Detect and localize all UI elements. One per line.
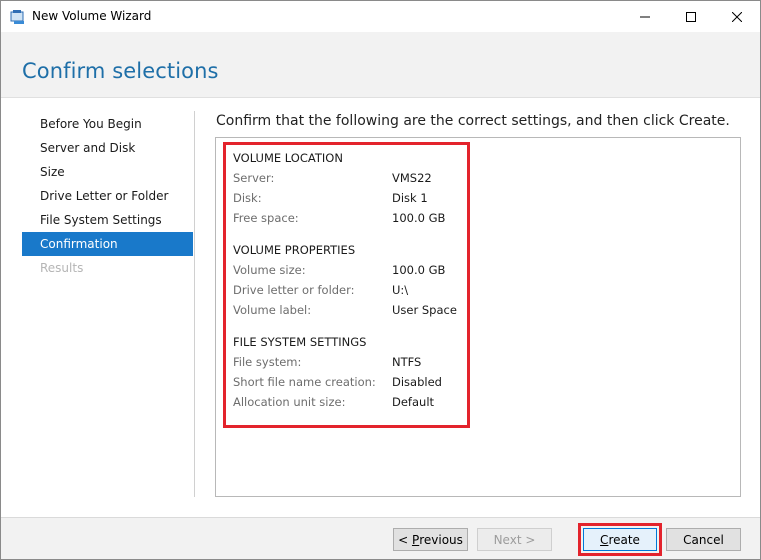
close-button[interactable] [714, 1, 760, 32]
nav-item-results: Results [40, 261, 84, 275]
maximize-icon [686, 11, 696, 22]
nav-item-server-and-disk[interactable]: Server and Disk [22, 136, 193, 160]
instruction-text: Confirm that the following are the corre… [216, 113, 730, 129]
close-icon [732, 11, 742, 22]
previous-mnemonic: P [411, 532, 420, 547]
previous-prefix: < [398, 532, 412, 547]
nav-item-file-system-settings[interactable]: File System Settings [22, 208, 193, 232]
settings-highlight-annotation [223, 142, 470, 428]
wizard-header: Confirm selections [1, 32, 760, 98]
previous-rest: revious [419, 532, 463, 547]
window-title: New Volume Wizard [32, 9, 152, 23]
cancel-button[interactable]: Cancel [666, 528, 741, 551]
nav-item-drive-letter-or-folder[interactable]: Drive Letter or Folder [22, 184, 193, 208]
wizard-app-icon [10, 9, 26, 24]
create-highlight-annotation [578, 523, 662, 556]
nav-divider [194, 111, 195, 497]
maximize-button[interactable] [668, 1, 714, 32]
wizard-window: New Volume Wizard Confirm selections Bef… [0, 0, 761, 560]
wizard-nav: Before You Begin Server and Disk Size Dr… [22, 112, 193, 280]
nav-item-size[interactable]: Size [22, 160, 193, 184]
title-bar[interactable]: New Volume Wizard [1, 1, 760, 32]
minimize-button[interactable] [622, 1, 668, 32]
previous-button[interactable]: < Previous [393, 528, 468, 551]
nav-item-before-you-begin[interactable]: Before You Begin [22, 112, 193, 136]
page-title: Confirm selections [22, 59, 219, 83]
next-button: Next > [477, 528, 552, 551]
minimize-icon [640, 16, 650, 17]
nav-item-confirmation[interactable]: Confirmation [22, 232, 193, 256]
